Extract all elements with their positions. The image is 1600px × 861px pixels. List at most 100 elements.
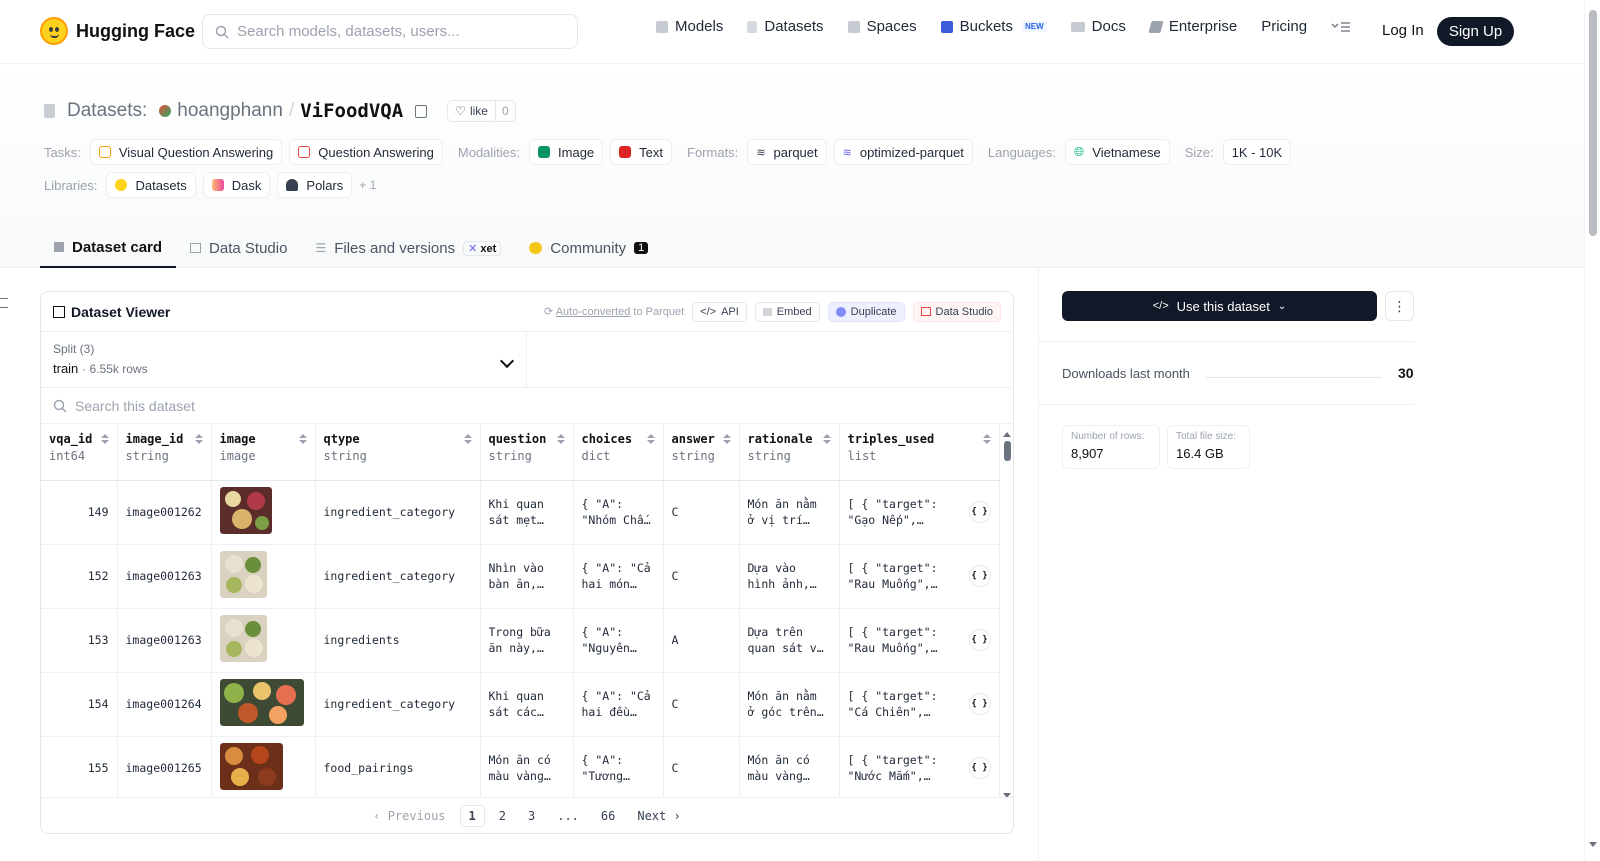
sort-icon[interactable] xyxy=(647,434,655,444)
nav-pricing[interactable]: Pricing xyxy=(1261,18,1307,35)
data-studio-button[interactable]: Data Studio xyxy=(912,301,1001,322)
cell-image[interactable] xyxy=(211,608,316,673)
auto-converted-link[interactable]: Auto-converted xyxy=(556,306,631,318)
expand-json-button[interactable]: { } xyxy=(968,565,991,587)
sort-icon[interactable] xyxy=(101,434,109,444)
hf-logo-link[interactable]: Hugging Face xyxy=(40,17,195,45)
embed-button[interactable]: Embed xyxy=(754,301,820,322)
sort-icon[interactable] xyxy=(195,434,203,444)
food-image-thumbnail[interactable] xyxy=(219,487,272,534)
nav-spaces-label: Spaces xyxy=(866,18,917,35)
copy-icon[interactable] xyxy=(415,104,428,118)
sort-icon[interactable] xyxy=(723,434,731,444)
owner-link[interactable]: hoangphann xyxy=(177,100,283,122)
previous-page-button[interactable]: ‹ Previous xyxy=(365,806,453,826)
nav-models[interactable]: Models xyxy=(656,18,723,35)
sort-icon[interactable] xyxy=(299,434,307,444)
column-header[interactable]: rationale string xyxy=(739,424,840,481)
tag-datasets-lib[interactable]: Datasets xyxy=(106,172,196,198)
food-image-thumbnail[interactable] xyxy=(219,679,304,726)
page-scrollbar[interactable] xyxy=(1584,0,1600,861)
tag-text[interactable]: Text xyxy=(610,139,673,165)
tab-community[interactable]: Community 1 xyxy=(515,228,662,268)
sort-icon[interactable] xyxy=(823,434,831,444)
cell-image[interactable] xyxy=(211,736,316,801)
pagination: ‹ Previous 1 2 3 ... 66 Next › xyxy=(41,797,1013,833)
tag-optimized-parquet[interactable]: ≋ optimized-parquet xyxy=(833,139,973,165)
scroll-down-icon[interactable] xyxy=(1589,842,1597,847)
tag-label: Vietnamese xyxy=(1092,144,1161,160)
scrollbar-thumb[interactable] xyxy=(1003,441,1011,461)
cell-image[interactable] xyxy=(211,544,316,609)
expand-json-button[interactable]: { } xyxy=(968,629,991,651)
tab-data-studio[interactable]: Data Studio xyxy=(176,228,301,268)
expand-json-button[interactable]: { } xyxy=(968,693,991,715)
table-row[interactable]: 149 image001262 ingredient_category Khi … xyxy=(41,480,1000,545)
sort-icon[interactable] xyxy=(557,434,565,444)
sort-icon[interactable] xyxy=(464,434,472,444)
page-button[interactable]: 66 xyxy=(593,806,623,826)
toc-toggle-icon[interactable] xyxy=(0,298,8,308)
next-page-button[interactable]: Next › xyxy=(629,806,688,826)
tag-size[interactable]: 1K - 10K xyxy=(1222,139,1292,165)
nav-buckets[interactable]: Buckets NEW xyxy=(940,18,1047,35)
tag-parquet[interactable]: ≋ parquet xyxy=(747,139,827,165)
tag-dask-lib[interactable]: Dask xyxy=(202,172,271,198)
dataset-search-input[interactable]: Search this dataset xyxy=(41,388,1013,424)
page-scrollbar-thumb[interactable] xyxy=(1589,10,1597,236)
expand-json-button[interactable]: { } xyxy=(968,757,991,779)
global-search-input[interactable]: Search models, datasets, users... xyxy=(202,14,578,49)
column-header[interactable]: answer string xyxy=(663,424,740,481)
cell-choices: { "A": "Cả hai món… xyxy=(581,561,651,591)
datasets-section-link[interactable]: Datasets: xyxy=(67,100,147,122)
tag-vietnamese[interactable]: 🌐︎ Vietnamese xyxy=(1064,139,1170,165)
viewer-title: Dataset Viewer xyxy=(71,303,171,320)
page-button[interactable]: 2 xyxy=(491,806,514,826)
tab-dataset-card[interactable]: Dataset card xyxy=(40,228,177,268)
nav-datasets[interactable]: Datasets xyxy=(747,18,824,35)
use-this-dataset-button[interactable]: </> Use this dataset ⌄ xyxy=(1062,291,1377,321)
cell-image[interactable] xyxy=(211,480,316,545)
split-selector[interactable]: Split (3) train · 6.55k rows xyxy=(41,332,527,387)
downloads-sparkline xyxy=(1206,377,1382,378)
nav-spaces[interactable]: Spaces xyxy=(847,18,917,35)
sort-icon[interactable] xyxy=(983,434,991,444)
column-header[interactable]: image_id string xyxy=(117,424,212,481)
table-scrollbar[interactable] xyxy=(1000,428,1013,798)
nav-more-menu[interactable] xyxy=(1331,21,1351,33)
table-row[interactable]: 154 image001264 ingredient_category Khi … xyxy=(41,672,1000,737)
table-row[interactable]: 155 image001265 food_pairings Món ăn có … xyxy=(41,736,1000,801)
duplicate-button[interactable]: Duplicate xyxy=(827,301,905,322)
page-button[interactable]: 1 xyxy=(459,804,485,827)
signup-button[interactable]: Sign Up xyxy=(1437,17,1514,46)
column-header[interactable]: choices dict xyxy=(573,424,664,481)
column-header[interactable]: qtype string xyxy=(315,424,481,481)
libraries-more[interactable]: + 1 xyxy=(359,178,376,192)
cell-image[interactable] xyxy=(211,672,316,737)
like-count: 0 xyxy=(494,101,515,121)
dataset-name[interactable]: ViFoodVQA xyxy=(300,100,403,122)
login-link[interactable]: Log In xyxy=(1382,22,1424,39)
tab-files-versions[interactable]: ☰ Files and versions ✕ xet xyxy=(301,228,515,268)
api-button[interactable]: </> API xyxy=(692,301,747,322)
food-image-thumbnail[interactable] xyxy=(219,615,267,662)
tag-image[interactable]: Image xyxy=(529,139,604,165)
column-header[interactable]: question string xyxy=(480,424,574,481)
tag-visual-question-answering[interactable]: Visual Question Answering xyxy=(89,139,283,165)
more-options-button[interactable]: ⋮ xyxy=(1385,291,1414,321)
food-image-thumbnail[interactable] xyxy=(219,551,267,598)
table-row[interactable]: 152 image001263 ingredient_category Nhìn… xyxy=(41,544,1000,609)
nav-enterprise[interactable]: Enterprise xyxy=(1148,18,1237,35)
scroll-up-icon[interactable] xyxy=(1003,432,1011,437)
table-row[interactable]: 153 image001263 ingredients Trong bữa ăn… xyxy=(41,608,1000,673)
expand-json-button[interactable]: { } xyxy=(968,501,991,523)
like-button[interactable]: ♡ like 0 xyxy=(447,100,516,122)
tag-question-answering[interactable]: Question Answering xyxy=(289,139,443,165)
page-button[interactable]: 3 xyxy=(520,806,543,826)
tag-polars-lib[interactable]: Polars xyxy=(277,172,353,198)
nav-docs[interactable]: Docs xyxy=(1070,18,1126,35)
column-header[interactable]: image image xyxy=(211,424,316,481)
column-header[interactable]: vqa_id int64 xyxy=(41,424,118,481)
column-header[interactable]: triples_used list xyxy=(839,424,1000,481)
food-image-thumbnail[interactable] xyxy=(219,743,283,790)
